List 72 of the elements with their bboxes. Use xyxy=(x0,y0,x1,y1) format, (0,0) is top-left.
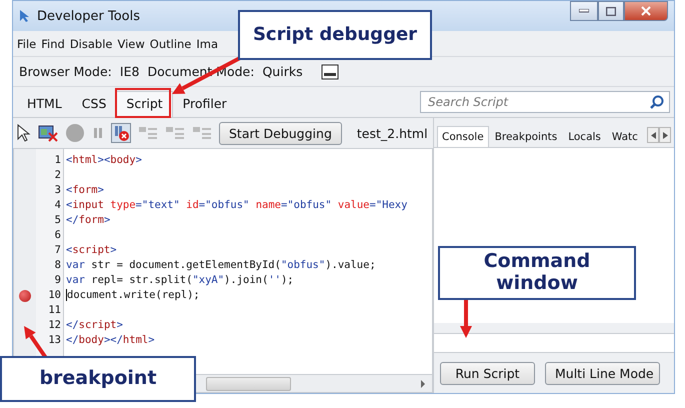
right-arrow-icon xyxy=(662,132,668,138)
console-button[interactable]: Multi Line Mode xyxy=(545,362,660,384)
line-number: 11 xyxy=(48,303,61,318)
line-number: 7 xyxy=(54,243,61,258)
close-icon xyxy=(641,6,651,16)
code-line: var str = document.getElementById("obfus").value; xyxy=(66,259,376,271)
pointer-icon[interactable] xyxy=(17,124,31,142)
tab[interactable]: Console xyxy=(437,126,489,147)
code-line: <input type="text" id="obfus" name="obfus" value="Hexy xyxy=(66,199,408,211)
code-line: <script> xyxy=(66,244,117,256)
start-debugging-button[interactable]: Start Debugging xyxy=(219,122,342,144)
tab[interactable]: Locals xyxy=(563,126,606,147)
cursor-icon xyxy=(19,9,31,23)
close-button[interactable] xyxy=(624,1,668,21)
code-line: </body></html> xyxy=(66,334,155,346)
tab[interactable]: Script xyxy=(116,91,173,117)
breakpoint-icon[interactable] xyxy=(19,290,31,302)
callout-label: Command window xyxy=(438,246,636,300)
line-number: 5 xyxy=(54,213,61,228)
code-line: var repl= str.split("xyA").join(''); xyxy=(66,274,294,286)
line-number: 13 xyxy=(48,333,61,348)
code-line: document.write(repl); xyxy=(67,289,200,301)
tab[interactable]: HTML xyxy=(17,91,72,117)
menu-item[interactable]: Disable xyxy=(70,36,112,50)
line-number: 10 xyxy=(48,288,61,303)
search-box[interactable]: Search Script xyxy=(420,91,670,113)
tab[interactable]: Breakpoints xyxy=(490,126,562,147)
menu-item[interactable]: Ima xyxy=(196,36,218,50)
console-button[interactable]: Run Script xyxy=(440,362,535,384)
scrollbar-thumb[interactable] xyxy=(206,376,291,390)
tab[interactable]: Profiler xyxy=(172,91,237,117)
clear-icon[interactable] xyxy=(38,124,58,142)
right-arrow-button[interactable] xyxy=(659,127,671,143)
menu-item[interactable]: Outline xyxy=(150,36,192,50)
file-name[interactable]: test_2.html xyxy=(356,126,428,140)
line-number: 9 xyxy=(54,273,61,288)
maximize-icon xyxy=(606,6,616,16)
line-number: 3 xyxy=(54,183,61,198)
tab[interactable]: Watc xyxy=(606,126,643,147)
line-number: 8 xyxy=(54,258,61,273)
window-title: Developer Tools xyxy=(37,8,140,24)
menu-item[interactable]: View xyxy=(117,36,145,50)
code-line: <form> xyxy=(66,184,104,196)
menu-item[interactable]: File xyxy=(17,36,36,50)
code-line: </form> xyxy=(66,214,110,226)
search-field[interactable]: Search Script xyxy=(426,94,650,110)
callout-arrow xyxy=(460,300,472,338)
menu-item[interactable]: Find xyxy=(41,36,65,50)
break-on-error-button[interactable] xyxy=(111,123,131,143)
right-arrow-icon[interactable] xyxy=(420,380,426,388)
search-icon xyxy=(650,95,664,109)
line-number: 6 xyxy=(54,228,61,243)
line-number: 12 xyxy=(48,318,61,333)
highlight-frame xyxy=(115,88,171,118)
minimize-button[interactable] xyxy=(570,1,598,21)
mode-value[interactable]: IE8 xyxy=(120,64,140,79)
tab[interactable]: CSS xyxy=(72,91,116,117)
left-arrow-icon xyxy=(650,132,656,138)
line-number: 1 xyxy=(54,153,61,168)
callout-label: Script debugger xyxy=(238,10,432,60)
line-number: 2 xyxy=(54,168,61,183)
window-icon xyxy=(320,64,339,80)
maximize-button[interactable] xyxy=(598,1,624,21)
callout-label: breakpoint xyxy=(0,356,196,402)
left-arrow-button[interactable] xyxy=(647,127,659,143)
line-number: 4 xyxy=(54,198,61,213)
minimize-icon xyxy=(579,9,589,13)
code-line: <html><body> xyxy=(66,154,142,166)
mode-label: Browser Mode: xyxy=(19,64,112,79)
mode-value[interactable]: Quirks xyxy=(262,64,303,79)
command-input[interactable] xyxy=(434,333,674,353)
code-line: </script> xyxy=(66,319,123,331)
